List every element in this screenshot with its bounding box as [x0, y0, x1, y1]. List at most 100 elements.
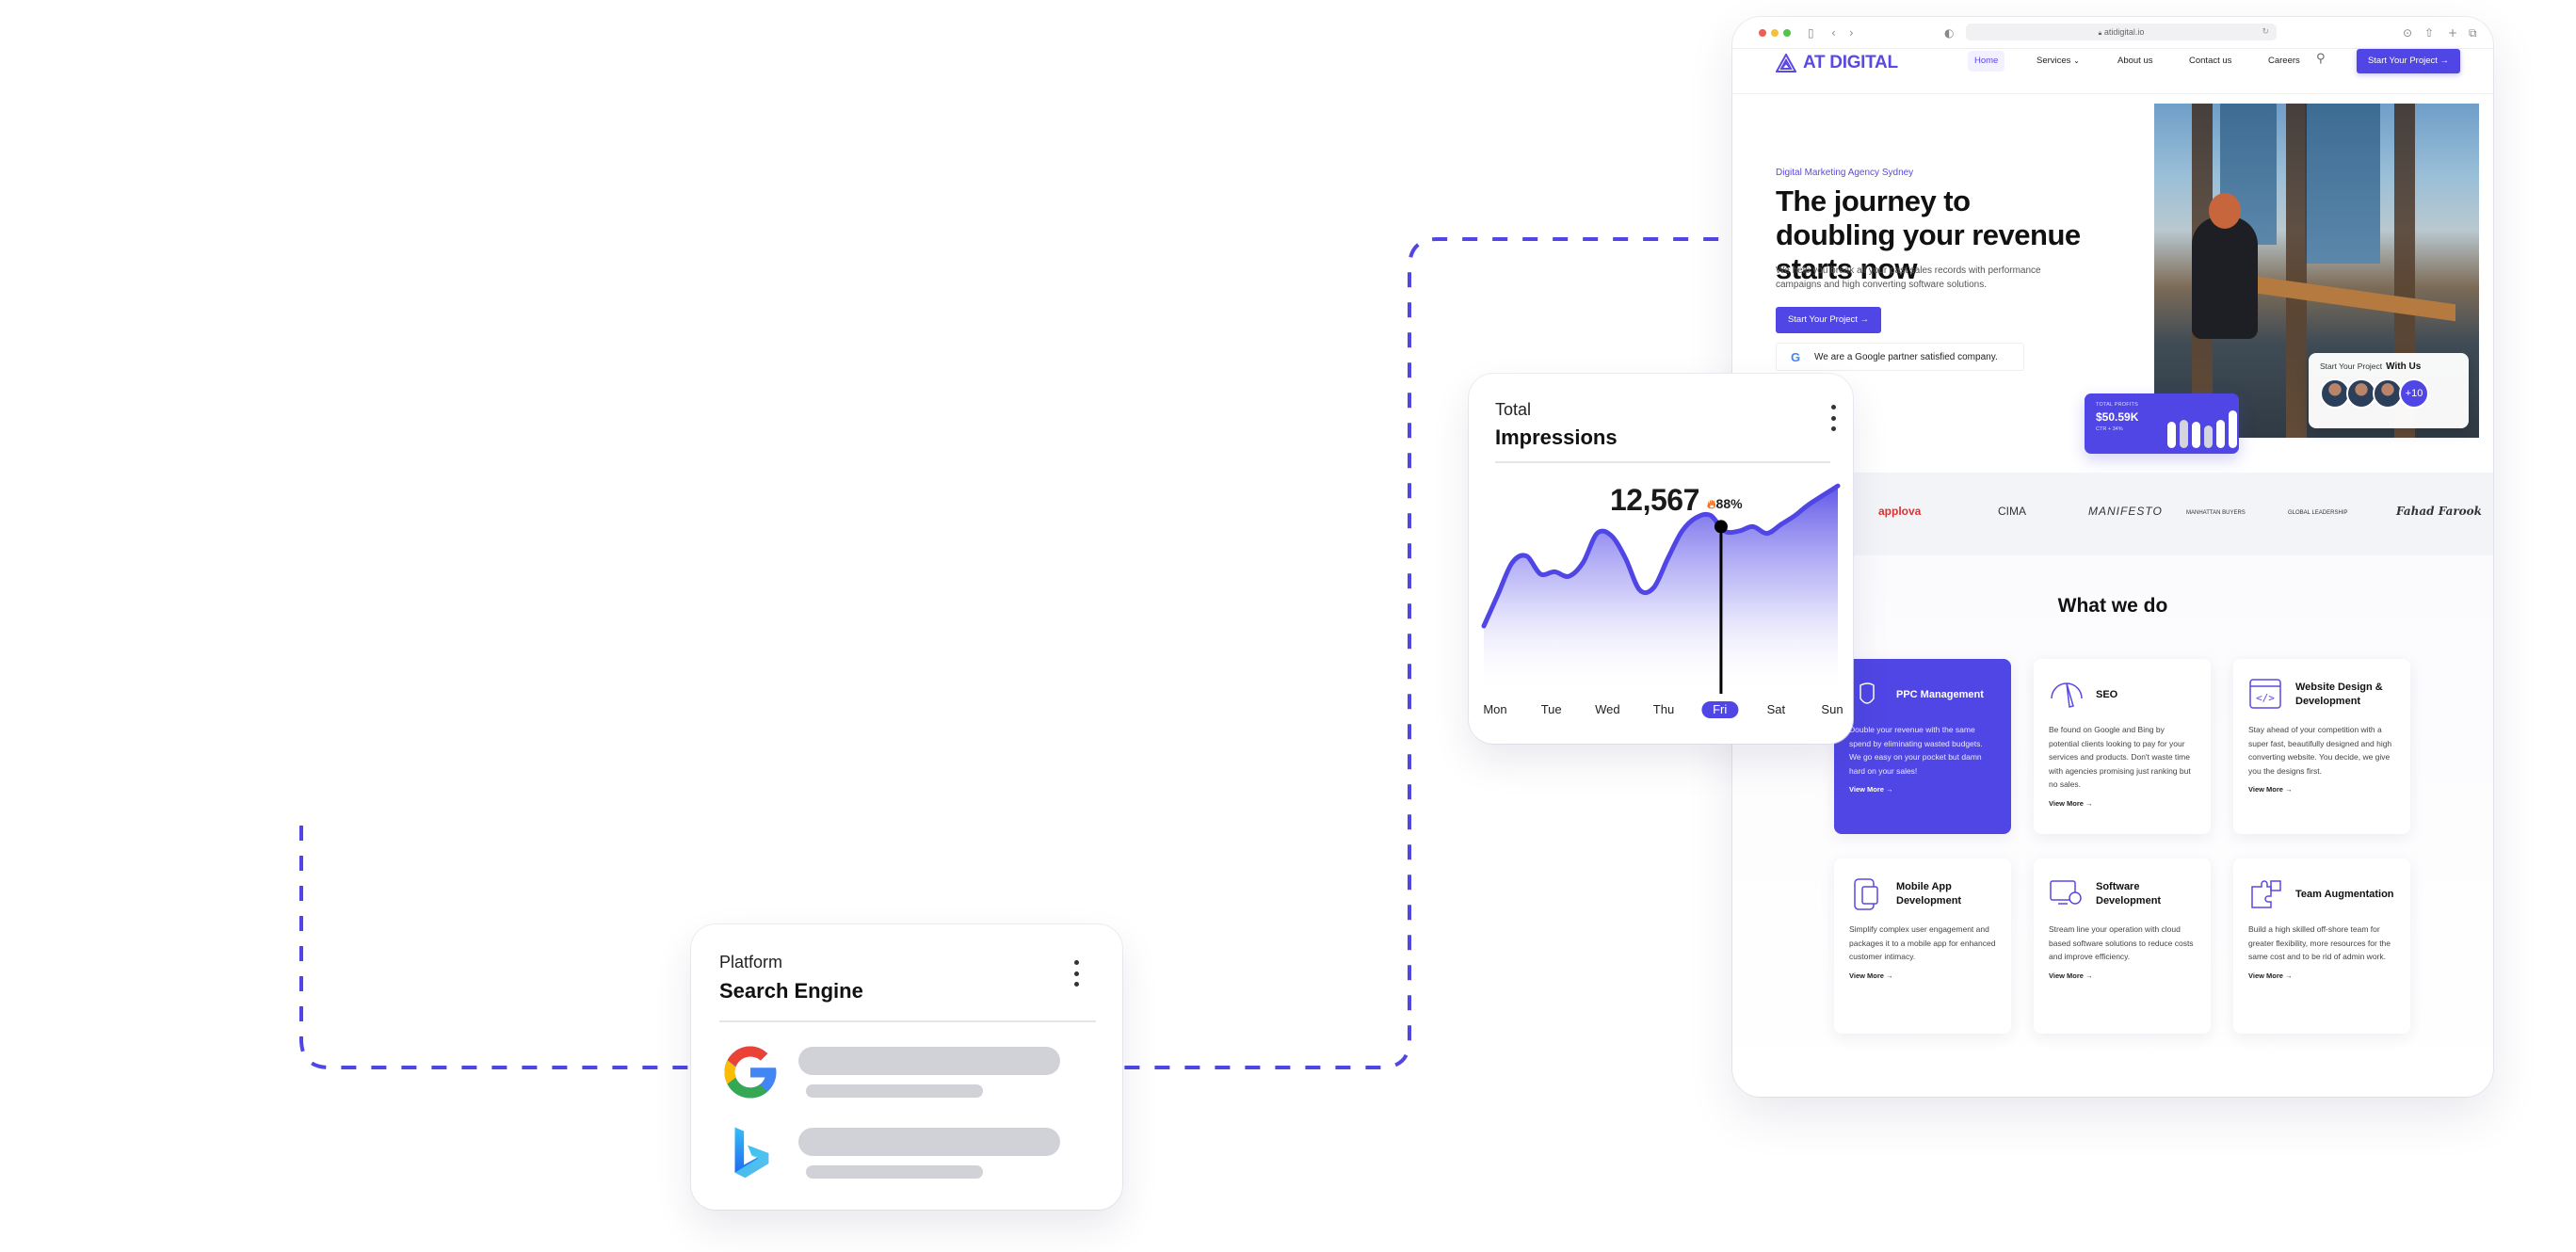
nav-careers[interactable]: Careers [2262, 51, 2307, 72]
nav-start-project-button[interactable]: Start Your Project → [2357, 49, 2460, 73]
delta-value: 88% [1715, 496, 1743, 511]
skeleton-line [798, 1128, 1060, 1156]
impressions-card: Total Impressions 12,567 🔥︎88% Mon Tue Wed… [1469, 374, 1853, 744]
address-bar[interactable]: 🔒︎ atidigital.io ↻ [1966, 24, 2277, 40]
browser-toolbar: ▯ ‹ › ◐ 🔒︎ atidigital.io ↻ ⊙ ⇧ + ⧉ [1732, 17, 2493, 49]
site-logo[interactable]: AT DIGITAL [1776, 53, 1898, 73]
service-card-web[interactable]: </> Website Design & Development Stay ahe… [2233, 659, 2410, 834]
client-logo: MANHATTAN BUYERS [2186, 510, 2246, 516]
impressions-value: 12,567 [1610, 483, 1699, 517]
search-engine-card-label: Platform [719, 953, 783, 971]
team-avatars: +10 [2320, 378, 2457, 409]
chart-marker-point[interactable] [1714, 520, 1728, 534]
photo-window-frame [2286, 104, 2307, 438]
service-description: Double your revenue with the same spend … [1849, 725, 1983, 776]
more-options-icon[interactable] [1072, 960, 1080, 987]
skeleton-line [806, 1084, 983, 1098]
view-more-link[interactable]: View More → [2049, 971, 2196, 980]
mini-bar [2192, 422, 2200, 448]
chevron-down-icon: ⌄ [2073, 56, 2080, 65]
service-description: Build a high skilled off-shore team for … [2248, 924, 2391, 961]
more-members-badge: +10 [2399, 378, 2429, 409]
search-engine-row-bing[interactable] [719, 1122, 1096, 1188]
day-label-thu[interactable]: Thu [1642, 701, 1685, 718]
service-title: Mobile App Development [1896, 881, 1962, 907]
mini-bar [2204, 425, 2213, 448]
nav-services-label: Services [2037, 56, 2071, 66]
tabs-overview-icon[interactable]: ⧉ [2469, 24, 2477, 42]
service-title: SEO [2096, 688, 2118, 700]
service-card-ppc[interactable]: PPC Management Double your revenue with … [1834, 659, 2011, 834]
google-icon [724, 1046, 777, 1099]
url-text: atidigital.io [2103, 27, 2145, 37]
nav-services[interactable]: Services ⌄ [2030, 51, 2086, 72]
svg-text:</>: </> [2256, 692, 2275, 704]
software-gear-icon [2050, 880, 2082, 905]
photo-person [2192, 217, 2258, 339]
maximize-window-button[interactable] [1783, 29, 1791, 37]
client-logo: Fahad Farook [2396, 505, 2482, 518]
hero-start-project-button[interactable]: Start Your Project → [1776, 307, 1881, 333]
share-icon[interactable]: ⇧ [2424, 24, 2434, 42]
web-code-icon: </> [2249, 679, 2281, 709]
close-window-button[interactable] [1759, 29, 1766, 37]
site-navbar: AT DIGITAL Home Services ⌄ About us Cont… [1732, 49, 2493, 94]
day-label-mon[interactable]: Mon [1472, 701, 1518, 718]
puzzle-icon [2251, 880, 2281, 908]
service-card-team[interactable]: Team Augmentation Build a high skilled o… [2233, 859, 2410, 1034]
search-icon[interactable]: ⚲ [2316, 52, 2326, 66]
nav-about[interactable]: About us [2111, 51, 2160, 72]
client-logo: GLOBAL LEADERSHIP [2288, 510, 2348, 516]
privacy-shield-icon[interactable]: ◐ [1944, 24, 1954, 42]
service-card-software[interactable]: Software Development Stream line your op… [2034, 859, 2211, 1034]
day-label-wed[interactable]: Wed [1584, 701, 1632, 718]
nav-home[interactable]: Home [1968, 51, 2005, 72]
photo-person-head [2209, 193, 2241, 229]
photo-building [2305, 104, 2380, 264]
mini-bar [2216, 420, 2225, 448]
logo-icon [1776, 54, 1796, 72]
bing-icon [734, 1127, 769, 1179]
view-more-link[interactable]: View More → [2049, 799, 2196, 808]
hero-subtitle: We help you break all your past sales re… [1776, 265, 2041, 290]
view-more-link[interactable]: View More → [1849, 971, 1996, 980]
total-profits-card: TOTAL PROFITS $50.59K CTR + 34% [2085, 393, 2239, 454]
mini-bar [2229, 410, 2237, 448]
google-partner-badge: G We are a Google partner satisfied comp… [1776, 343, 2024, 371]
client-logo: CIMA [1998, 505, 2026, 518]
day-label-fri[interactable]: Fri [1701, 701, 1739, 718]
service-card-mobile[interactable]: Mobile App Development Simplify complex … [1834, 859, 2011, 1034]
impressions-chart [1481, 483, 1841, 694]
service-description: Be found on Google and Bing by potential… [2049, 725, 2191, 789]
reload-icon[interactable]: ↻ [2262, 24, 2269, 40]
day-label-sun[interactable]: Sun [1810, 701, 1854, 718]
impressions-delta: 🔥︎88% [1707, 496, 1743, 512]
search-engine-row-google[interactable] [719, 1041, 1096, 1107]
service-title: Software Development [2096, 881, 2162, 907]
download-icon[interactable]: ⊙ [2403, 24, 2412, 42]
service-description: Stay ahead of your competition with a su… [2248, 725, 2392, 776]
minimize-window-button[interactable] [1771, 29, 1779, 37]
sidebar-icon[interactable]: ▯ [1808, 24, 1814, 42]
view-more-link[interactable]: View More → [2248, 971, 2395, 980]
logo-text: AT DIGITAL [1803, 53, 1898, 72]
partner-text: We are a Google partner satisfied compan… [1814, 351, 1998, 362]
skeleton-line [806, 1165, 983, 1179]
nav-contact[interactable]: Contact us [2182, 51, 2238, 72]
view-more-link[interactable]: View More → [1849, 785, 1996, 794]
mini-bar [2167, 422, 2176, 448]
back-icon[interactable]: ‹ [1831, 24, 1836, 42]
day-label-tue[interactable]: Tue [1530, 701, 1573, 718]
client-logo: applova [1878, 505, 1922, 518]
day-label-sat[interactable]: Sat [1756, 701, 1797, 718]
hero-tagline: Digital Marketing Agency Sydney [1776, 168, 1914, 178]
service-title: Team Augmentation [2295, 888, 2394, 900]
new-tab-icon[interactable]: + [2448, 24, 2457, 42]
view-more-link[interactable]: View More → [2248, 785, 2395, 794]
team-card-prefix: Start Your Project [2320, 361, 2383, 371]
service-card-seo[interactable]: SEO Be found on Google and Bing by poten… [2034, 659, 2211, 834]
mobile-app-icon [1854, 878, 1878, 910]
search-engine-card-title: Search Engine [719, 979, 863, 1003]
forward-icon[interactable]: › [1849, 24, 1854, 42]
search-engine-card: Platform Search Engine [691, 924, 1122, 1210]
